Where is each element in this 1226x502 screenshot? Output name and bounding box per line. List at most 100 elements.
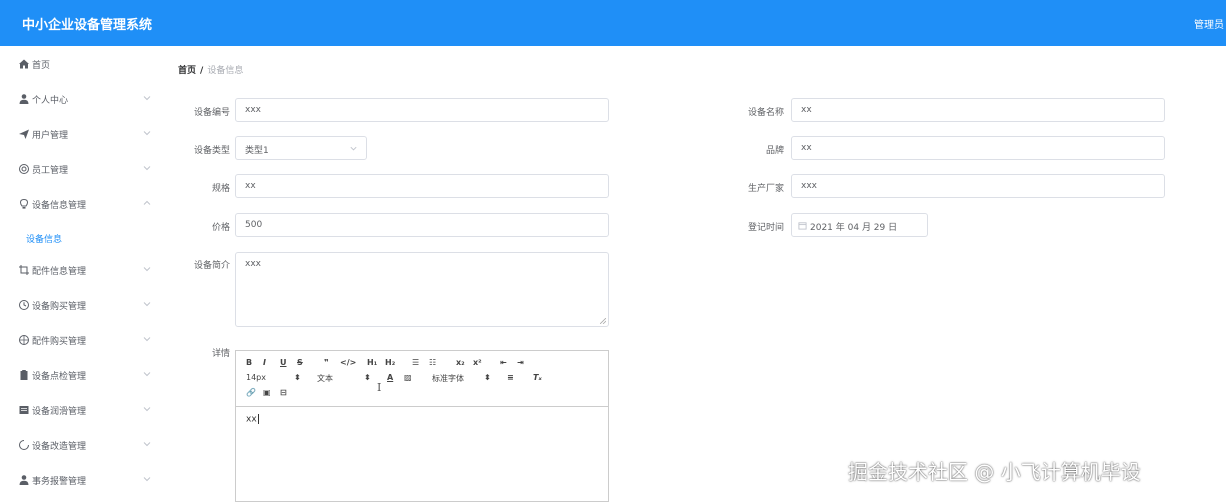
detail-label: 详情 bbox=[211, 349, 230, 359]
rich-text-editor[interactable]: B I U S ❞ </> H₁ H₂ ☰ ☷ x₂ x² ⇤ ⇥ 14px ⬍… bbox=[235, 350, 609, 502]
sidebar-item-lubrication[interactable]: 设备润滑管理 bbox=[0, 396, 164, 426]
chevron-down-icon bbox=[143, 267, 151, 272]
home-icon bbox=[19, 59, 29, 69]
chevron-down-icon bbox=[143, 302, 151, 307]
bullet-list-button[interactable]: ☷ bbox=[429, 358, 436, 367]
sidebar-item-label: 个人中心 bbox=[32, 96, 69, 106]
price-input[interactable]: 500 bbox=[235, 213, 609, 237]
chevron-up-icon bbox=[143, 200, 151, 205]
register-date-value: 2021 年 04 月 29 日 bbox=[810, 223, 898, 233]
font-size-select[interactable]: 14px bbox=[246, 373, 266, 382]
link-icon[interactable]: 🔗 bbox=[246, 388, 256, 397]
brand-input[interactable]: xx bbox=[791, 136, 1165, 160]
user-icon bbox=[19, 475, 29, 485]
sidebar-item-inspection[interactable]: 设备点检管理 bbox=[0, 361, 164, 391]
font-family-select[interactable]: 标准字体 bbox=[432, 373, 464, 384]
font-color-button[interactable]: A bbox=[387, 373, 393, 382]
device-code-input[interactable]: xxx bbox=[235, 98, 609, 122]
app-header: 中小企业设备管理系统 管理员 bbox=[0, 0, 1226, 46]
chevron-down-icon bbox=[143, 372, 151, 377]
basketball-icon bbox=[19, 335, 29, 345]
sidebar-subitem-device-info[interactable]: 设备信息 bbox=[0, 226, 164, 250]
sidebar-subitem-label: 设备信息 bbox=[26, 235, 63, 245]
sidebar-item-label: 设备点检管理 bbox=[32, 372, 87, 382]
editor-content[interactable]: xx bbox=[246, 414, 259, 425]
sidebar: 首页 个人中心 用户管理 员工管理 设备信息管理 设备信息 配件信息管理 设备购… bbox=[0, 46, 164, 502]
sidebar-item-home[interactable]: 首页 bbox=[0, 50, 164, 80]
clear-format-button[interactable]: Tₓ bbox=[533, 373, 542, 382]
manufacturer-input[interactable]: xxx bbox=[791, 174, 1165, 198]
sidebar-item-alarm[interactable]: 事务报警管理 bbox=[0, 466, 164, 496]
block-format-select[interactable]: 文本 bbox=[317, 373, 333, 384]
chevron-down-icon bbox=[350, 146, 357, 151]
sidebar-item-label: 用户管理 bbox=[32, 131, 69, 141]
resize-handle-icon[interactable] bbox=[600, 318, 606, 324]
strike-button[interactable]: S bbox=[297, 358, 303, 367]
sidebar-item-users[interactable]: 用户管理 bbox=[0, 120, 164, 150]
device-name-label: 设备名称 bbox=[747, 108, 784, 118]
register-date-picker[interactable]: 2021 年 04 月 29 日 bbox=[791, 213, 928, 237]
sidebar-item-parts-info[interactable]: 配件信息管理 bbox=[0, 256, 164, 286]
breadcrumb-current: 设备信息 bbox=[207, 66, 244, 76]
indent-increase-button[interactable]: ⇥ bbox=[517, 358, 524, 367]
intro-textarea[interactable]: xxx bbox=[235, 252, 609, 327]
image-icon[interactable]: ▣ bbox=[263, 388, 271, 397]
support-icon bbox=[19, 164, 29, 174]
sidebar-item-label: 设备信息管理 bbox=[32, 201, 87, 211]
font-family-dropdown-icon: ⬍ bbox=[484, 373, 491, 382]
sidebar-item-label: 配件购买管理 bbox=[32, 337, 87, 347]
subscript-button[interactable]: x₂ bbox=[456, 358, 465, 367]
watermark: 掘金技术社区 @ 小飞计算机毕设 bbox=[848, 460, 1141, 484]
sidebar-item-label: 设备改造管理 bbox=[32, 442, 87, 452]
breadcrumb: 首页 / 设备信息 bbox=[178, 63, 243, 76]
sidebar-item-label: 员工管理 bbox=[32, 166, 69, 176]
chevron-down-icon bbox=[143, 131, 151, 136]
sidebar-item-device-info[interactable]: 设备信息管理 bbox=[0, 190, 164, 220]
intro-value: xxx bbox=[245, 259, 261, 269]
heading1-button[interactable]: H₁ bbox=[367, 358, 377, 367]
sidebar-item-label: 配件信息管理 bbox=[32, 267, 87, 277]
breadcrumb-separator: / bbox=[200, 66, 204, 76]
breadcrumb-home[interactable]: 首页 bbox=[178, 66, 196, 76]
sidebar-item-profile[interactable]: 个人中心 bbox=[0, 85, 164, 115]
align-button[interactable]: ≡ bbox=[507, 373, 514, 382]
user-menu[interactable]: 管理员 bbox=[1194, 16, 1224, 31]
bold-button[interactable]: B bbox=[246, 358, 252, 367]
ibeam-cursor-icon: I bbox=[377, 381, 382, 394]
clipboard-icon bbox=[20, 370, 28, 380]
sidebar-item-label: 事务报警管理 bbox=[32, 477, 87, 487]
app-title: 中小企业设备管理系统 bbox=[22, 18, 153, 33]
bulb-icon bbox=[19, 198, 29, 209]
device-type-select[interactable]: 类型1 bbox=[235, 136, 367, 160]
underline-button[interactable]: U bbox=[280, 358, 287, 367]
superscript-button[interactable]: x² bbox=[473, 358, 482, 367]
blockquote-button[interactable]: ❞ bbox=[324, 358, 329, 367]
main-content: 首页 / 设备信息 设备编号 xxx 设备名称 xx 设备类型 类型1 品牌 xx … bbox=[164, 46, 1226, 502]
send-icon bbox=[19, 129, 29, 139]
text-caret bbox=[257, 414, 259, 424]
price-label: 价格 bbox=[211, 223, 230, 233]
heading2-button[interactable]: H₂ bbox=[385, 358, 395, 367]
italic-button[interactable]: I bbox=[263, 358, 266, 367]
block-format-dropdown-icon: ⬍ bbox=[364, 373, 371, 382]
clock-icon bbox=[19, 300, 29, 310]
editor-toolbar: B I U S ❞ </> H₁ H₂ ☰ ☷ x₂ x² ⇤ ⇥ 14px ⬍… bbox=[236, 351, 608, 407]
video-icon[interactable]: ⊟ bbox=[280, 388, 287, 397]
device-type-value: 类型1 bbox=[245, 146, 269, 156]
sidebar-item-modification[interactable]: 设备改造管理 bbox=[0, 431, 164, 461]
manufacturer-label: 生产厂家 bbox=[747, 184, 784, 194]
crop-icon bbox=[19, 265, 29, 275]
sidebar-item-staff[interactable]: 员工管理 bbox=[0, 155, 164, 185]
sidebar-item-parts-purchase[interactable]: 配件购买管理 bbox=[0, 326, 164, 356]
indent-decrease-button[interactable]: ⇤ bbox=[500, 358, 507, 367]
device-name-input[interactable]: xx bbox=[791, 98, 1165, 122]
code-block-button[interactable]: </> bbox=[340, 358, 356, 367]
sidebar-item-device-purchase[interactable]: 设备购买管理 bbox=[0, 291, 164, 321]
chevron-down-icon bbox=[143, 166, 151, 171]
spec-input[interactable]: xx bbox=[235, 174, 609, 198]
chevron-down-icon bbox=[143, 407, 151, 412]
background-color-button[interactable]: ▨ bbox=[404, 373, 412, 382]
ordered-list-button[interactable]: ☰ bbox=[412, 358, 419, 367]
editor-text: xx bbox=[246, 414, 257, 425]
chevron-down-icon bbox=[143, 337, 151, 342]
